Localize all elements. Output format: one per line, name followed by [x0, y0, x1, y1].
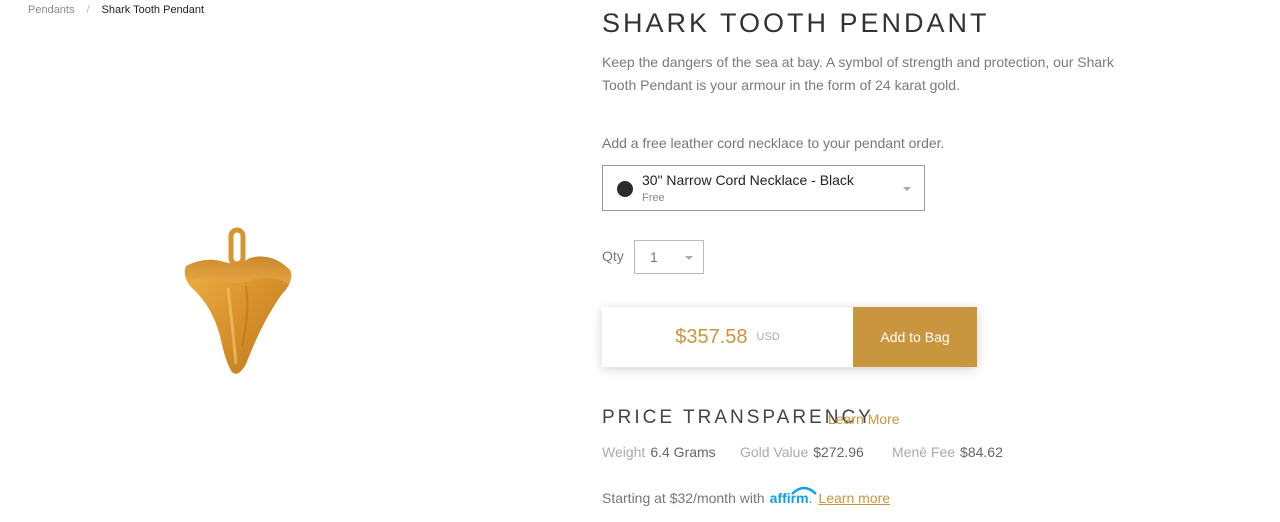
qty-label: Qty: [602, 248, 624, 264]
buy-box: $357.58 USD Add to Bag: [602, 307, 977, 367]
quantity-select[interactable]: 1: [634, 240, 704, 274]
mene-fee-amount: $84.62: [960, 444, 1003, 460]
breadcrumb-link-pendants[interactable]: Pendants: [28, 4, 74, 16]
quantity-value: 1: [650, 249, 658, 265]
breadcrumb: Pendants / Shark Tooth Pendant: [28, 4, 204, 16]
gold-value-amount: $272.96: [813, 444, 864, 460]
product-price: $357.58: [675, 325, 748, 348]
chevron-down-icon: [903, 187, 911, 191]
gold-value-info: Gold Value $272.96: [740, 444, 864, 460]
product-description: Keep the dangers of the sea at bay. A sy…: [602, 54, 1114, 93]
shark-tooth-pendant-icon: [184, 227, 292, 374]
product-image: [176, 226, 298, 382]
price-currency: USD: [756, 331, 780, 343]
mene-fee-info: Menē Fee $84.62: [892, 444, 1003, 460]
cord-prompt: Add a free leather cord necklace to your…: [602, 135, 945, 151]
cord-option-name: 30" Narrow Cord Necklace - Black: [642, 172, 854, 188]
product-title: SHARK TOOTH PENDANT: [602, 8, 990, 38]
breadcrumb-current: Shark Tooth Pendant: [101, 4, 205, 16]
affirm-prefix: Starting at $32/month with: [602, 490, 765, 506]
weight-label: Weight: [602, 444, 646, 460]
add-to-bag-button[interactable]: Add to Bag: [853, 307, 977, 367]
gold-value-label: Gold Value: [740, 444, 809, 460]
affirm-learn-more-link[interactable]: Learn more: [818, 490, 890, 506]
price-area: $357.58 USD: [602, 307, 853, 367]
color-swatch: [617, 181, 633, 197]
weight-value: 6.4 Grams: [650, 444, 716, 460]
breadcrumb-separator: /: [86, 4, 90, 16]
cord-option-price: Free: [642, 192, 665, 204]
affirm-arc-icon: [790, 486, 817, 495]
affirm-financing: Starting at $32/month with affirm . Lear…: [602, 486, 890, 506]
weight-info: Weight 6.4 Grams: [602, 444, 716, 460]
price-transparency-learn-more-link[interactable]: Learn More: [828, 411, 900, 427]
affirm-logo: affirm: [770, 486, 817, 506]
chevron-down-icon: [685, 256, 693, 260]
mene-fee-label: Menē Fee: [892, 444, 956, 460]
cord-necklace-select[interactable]: 30" Narrow Cord Necklace - Black Free: [602, 165, 925, 211]
